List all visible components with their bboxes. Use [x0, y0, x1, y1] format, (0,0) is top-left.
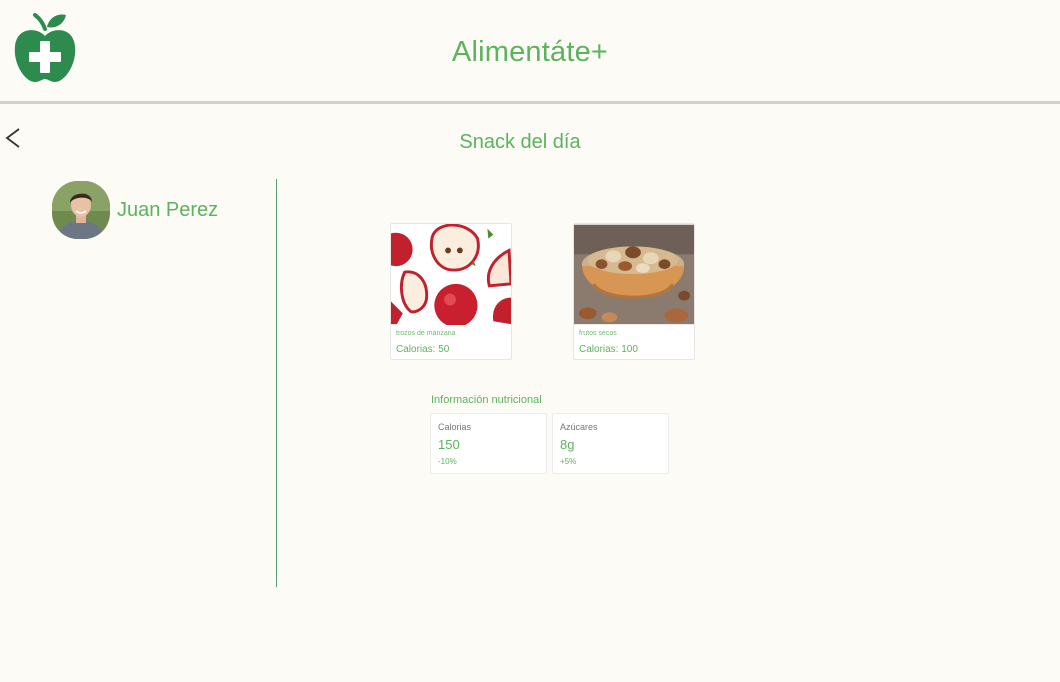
- chevron-left-icon[interactable]: [2, 124, 26, 152]
- user-profile: Juan Perez: [52, 181, 218, 239]
- app-header: Alimentáte+: [0, 0, 1060, 104]
- nutrition-title: Información nutricional: [431, 394, 542, 406]
- stat-delta: +5%: [560, 457, 577, 466]
- snack-card-nuts[interactable]: frutos secos Calorias: 100: [573, 223, 695, 360]
- stat-label: Calorias: [438, 422, 472, 432]
- app-title: Alimentáte+: [451, 36, 609, 68]
- apple-slices-image: [391, 224, 511, 325]
- vertical-divider: [276, 179, 277, 587]
- snack-calories: Calorias: 100: [579, 344, 638, 355]
- nuts-bowl-image: [574, 224, 694, 325]
- stat-card-calories: Calorias 150 -10%: [430, 413, 547, 474]
- snack-calories: Calorias: 50: [396, 344, 450, 355]
- user-name: Juan Perez: [117, 198, 219, 221]
- avatar: [52, 181, 110, 239]
- snack-card-apple[interactable]: trozos de manzana Calorias: 50: [390, 223, 512, 360]
- stat-card-sugars: Azúcares 8g +5%: [552, 413, 669, 474]
- stat-value: 8g: [560, 437, 575, 452]
- page-title: Snack del día: [459, 131, 581, 153]
- stat-delta: -10%: [438, 457, 457, 466]
- snack-name: trozos de manzana: [396, 330, 456, 337]
- stat-value: 150: [438, 437, 460, 452]
- snack-name: frutos secos: [579, 330, 617, 337]
- stat-label: Azúcares: [560, 422, 598, 432]
